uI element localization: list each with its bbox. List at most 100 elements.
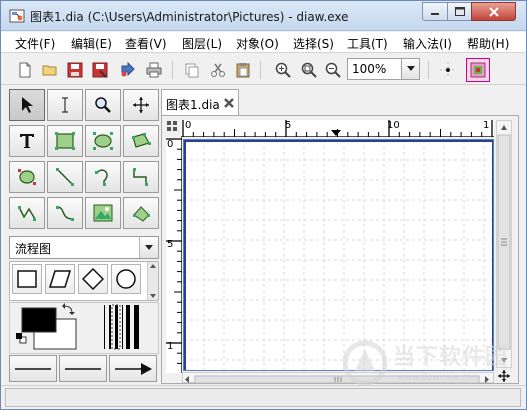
zoom-out-button[interactable] [323,60,343,80]
outline-icon [133,206,150,222]
text-tool-button[interactable] [9,125,45,157]
menu-tools[interactable]: 工具(T) [347,35,388,52]
zoom-level-input[interactable]: 100% [347,58,405,80]
shape-sheet-dropdown-button[interactable] [139,237,158,258]
corner-grid-icon [167,121,177,131]
data-shape-button[interactable] [45,264,75,294]
line-icon [56,168,74,186]
shape-palette-scrollbar[interactable] [147,262,158,300]
horizontal-ruler-ticks [182,120,493,137]
pointer-tool-button[interactable] [9,89,45,121]
process-shape-button[interactable] [12,264,42,294]
line-style-icon [65,367,101,370]
watermark-logo: 当下软件园 www.downxia.com [343,337,523,391]
line-style-bar [9,355,159,382]
watermark-text: 当下软件园 [393,345,509,370]
vruler-label-5: 5 [167,239,174,250]
zoom-dropdown-button[interactable] [401,58,420,80]
beziergon-icon [18,169,36,185]
data-shape-icon [49,270,71,288]
hruler-label-15: 1 [483,120,490,131]
zigzag-line-tool-button[interactable] [123,161,159,193]
ruler-corner-button[interactable] [163,117,181,135]
ellipse-tool-button[interactable] [85,125,121,157]
menu-objects[interactable]: 对象(O) [236,35,279,52]
dia-main-window: 图表1.dia (C:\Users\Administrator\Pictures… [0,0,527,410]
title-bar[interactable]: 图表1.dia (C:\Users\Administrator\Pictures… [1,1,526,31]
zoom-in-icon [275,62,291,78]
export-button[interactable] [118,60,138,80]
start-arrow-button[interactable] [9,355,57,382]
save-as-button[interactable] [90,60,110,80]
menu-layers[interactable]: 图层(L) [182,35,222,52]
close-window-button[interactable] [471,2,516,21]
paste-button[interactable] [233,60,253,80]
close-tab-button[interactable] [222,96,236,110]
scroll-tool-button[interactable] [123,89,159,121]
print-icon [146,62,162,78]
minimize-button[interactable] [422,2,448,21]
end-arrow-button[interactable] [109,355,157,382]
toolbar-separator [428,61,429,79]
shape-palette [9,261,159,301]
image-tool-button[interactable] [85,197,121,229]
copy-icon [185,63,199,78]
diagram-tab[interactable]: 图表1.dia [161,89,239,116]
menu-file[interactable]: 文件(F) [15,35,55,52]
cut-icon [211,63,225,77]
menu-help[interactable]: 帮助(H) [467,35,509,52]
line-tool-button[interactable] [47,161,83,193]
zoom-out-icon [325,62,341,78]
menu-input-method[interactable]: 输入法(I) [403,35,452,52]
menu-edit[interactable]: 编辑(E) [71,35,112,52]
menu-view[interactable]: 查看(V) [125,35,167,52]
snap-object-toggle[interactable] [466,58,490,82]
text-t-icon [20,134,34,148]
polygon-icon [132,133,151,148]
cut-button[interactable] [208,60,228,80]
zoom-in-button[interactable] [273,60,293,80]
connector-shape-button[interactable] [111,264,141,294]
chevron-down-icon [406,66,415,71]
arrow-right-icon [115,362,152,375]
open-file-button[interactable] [40,60,60,80]
magnify-tool-button[interactable] [85,89,121,121]
zoom-fit-button[interactable] [299,60,319,80]
save-button[interactable] [65,60,85,80]
foreground-color-swatch [21,307,57,333]
color-swatches [16,303,139,350]
save-icon [67,62,83,78]
new-file-icon [19,62,31,78]
text-cursor-icon [62,97,68,113]
new-file-button[interactable] [15,60,35,80]
maximize-button[interactable] [447,2,472,21]
shape-sheet-selector[interactable]: 流程图 [9,236,159,259]
copy-button[interactable] [182,60,202,80]
bezier-line-tool-button[interactable] [47,197,83,229]
maximize-icon [454,6,465,16]
vertical-scrollbar[interactable] [496,120,512,368]
horizontal-ruler: 0 5 10 1 [181,120,494,137]
scroll-arrows-icon [150,264,156,298]
print-button[interactable] [144,60,164,80]
box-tool-button[interactable] [47,125,83,157]
snap-grid-toggle[interactable] [438,60,458,80]
polygon-tool-button[interactable] [123,125,159,157]
zoom-fit-icon [301,62,317,78]
text-edit-tool-button[interactable] [47,89,83,121]
arc-tool-button[interactable] [85,161,121,193]
outline-tool-button[interactable] [123,197,159,229]
polyline-tool-button[interactable] [9,197,45,229]
menu-select[interactable]: 选择(S) [293,35,334,52]
close-tab-icon [224,98,234,108]
line-style-button[interactable] [59,355,107,382]
hruler-label-10: 10 [387,120,400,131]
hruler-label-5: 5 [285,120,292,131]
bezier-line-icon [56,206,74,221]
paste-icon [236,63,250,78]
snap-grid-icon [440,62,456,78]
decision-shape-button[interactable] [78,264,108,294]
vertical-scrollbar-graphic [497,125,511,363]
beziergon-tool-button[interactable] [9,161,45,193]
toolbox-panel: 流程图 [9,89,161,384]
